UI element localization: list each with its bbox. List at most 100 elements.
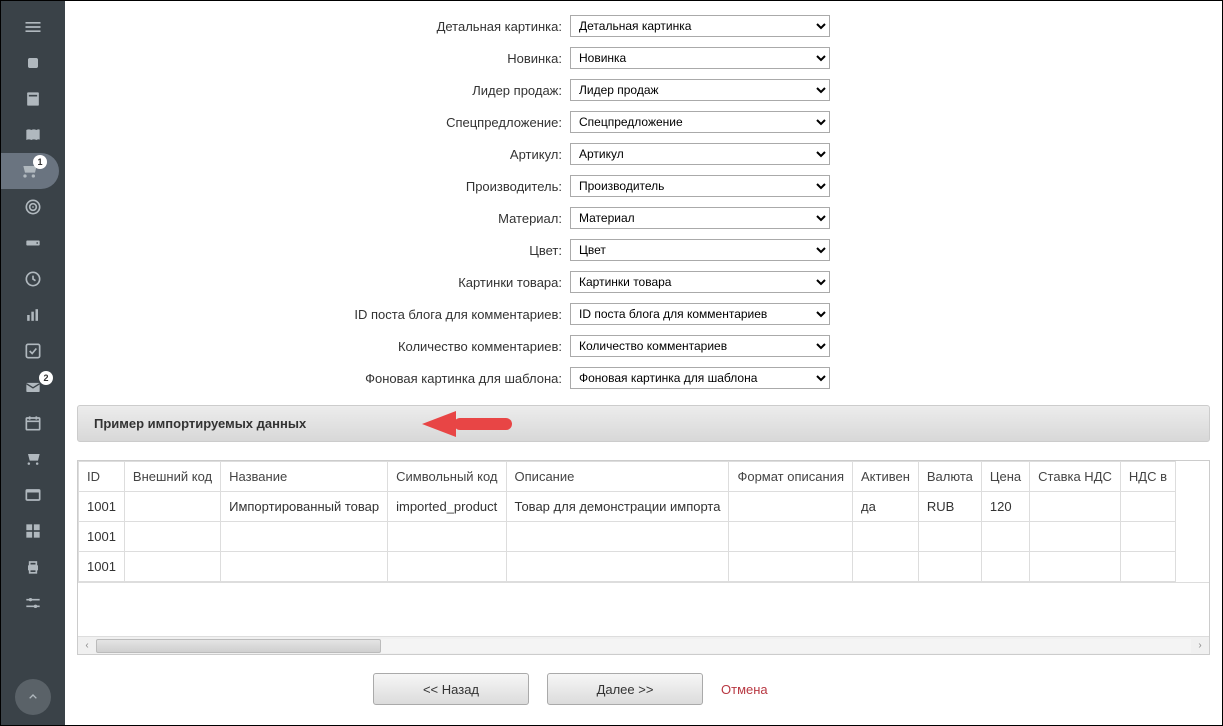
table-header-cell: Валюта [918,462,981,492]
sidebar-grid[interactable] [1,513,65,549]
scroll-thumb[interactable] [96,639,381,653]
preview-table-container: IDВнешний кодНазваниеСимвольный кодОписа… [77,460,1210,655]
sidebar-page[interactable] [1,81,65,117]
form-select[interactable]: Новинка [570,47,830,69]
sidebar-printer[interactable] [1,549,65,585]
buttons-row: << Назад Далее >> Отмена [77,673,1210,715]
table-header-cell: Ставка НДС [1030,462,1121,492]
sidebar-mail[interactable]: 2 [1,369,65,405]
table-cell [729,492,853,522]
form-select[interactable]: Спецпредложение [570,111,830,133]
form-label: Цвет: [77,243,570,258]
form-label: ID поста блога для комментариев: [77,307,570,322]
form-row: Детальная картинка:Детальная картинка [77,15,1210,37]
table-cell [124,552,220,582]
form-label: Количество комментариев: [77,339,570,354]
cancel-link[interactable]: Отмена [721,682,768,697]
callout-arrow [422,411,512,437]
table-cell [388,552,506,582]
form-row: Новинка:Новинка [77,47,1210,69]
sidebar: 1 2 [1,1,65,725]
table-cell [388,522,506,552]
form-row: Лидер продаж:Лидер продаж [77,79,1210,101]
table-row: 1001 Импортированный товарimported_produc… [79,492,1176,522]
sidebar-android[interactable] [1,45,65,81]
table-row: 1001 [79,552,1176,582]
sidebar-check[interactable] [1,333,65,369]
form-select[interactable]: Фоновая картинка для шаблона [570,367,830,389]
sidebar-target[interactable] [1,189,65,225]
table-header-cell: ID [79,462,125,492]
sidebar-cart2[interactable] [1,441,65,477]
form-label: Детальная картинка: [77,19,570,34]
form-label: Производитель: [77,179,570,194]
form-select[interactable]: ID поста блога для комментариев [570,303,830,325]
form-label: Спецпредложение: [77,115,570,130]
table-cell [124,492,220,522]
table-cell [853,522,919,552]
horizontal-scrollbar[interactable]: ‹ › [78,636,1209,654]
table-cell [1030,522,1121,552]
table-cell: 120 [981,492,1029,522]
table-cell [981,552,1029,582]
form-row: ID поста блога для комментариев:ID поста… [77,303,1210,325]
sidebar-window[interactable] [1,477,65,513]
sidebar-stats[interactable] [1,297,65,333]
table-cell: 1001 [79,492,125,522]
form-label: Материал: [77,211,570,226]
form-select[interactable]: Количество комментариев [570,335,830,357]
table-header-cell: Внешний код [124,462,220,492]
sidebar-book[interactable] [1,117,65,153]
table-cell [1030,552,1121,582]
table-cell [729,552,853,582]
sidebar-badge-1: 1 [33,155,47,169]
section-header: Пример импортируемых данных [77,405,1210,442]
table-header-cell: Описание [506,462,729,492]
form-row: Материал:Материал [77,207,1210,229]
table-cell [729,522,853,552]
sidebar-sliders[interactable] [1,585,65,621]
sidebar-calendar[interactable] [1,405,65,441]
sidebar-drive[interactable] [1,225,65,261]
table-cell [918,552,981,582]
table-cell [981,522,1029,552]
table-cell: RUB [918,492,981,522]
sidebar-clock[interactable] [1,261,65,297]
form-label: Лидер продаж: [77,83,570,98]
sidebar-badge-2: 2 [39,371,53,385]
table-row: 1001 [79,522,1176,552]
form-row: Спецпредложение:Спецпредложение [77,111,1210,133]
section-title: Пример импортируемых данных [94,416,306,431]
table-cell [1120,492,1175,522]
table-cell [124,522,220,552]
table-header-cell: Цена [981,462,1029,492]
form-row: Производитель:Производитель [77,175,1210,197]
table-cell: 1001 [79,552,125,582]
scroll-left-arrow[interactable]: ‹ [78,637,96,655]
next-button[interactable]: Далее >> [547,673,703,705]
table-cell [853,552,919,582]
form-row: Цвет:Цвет [77,239,1210,261]
scroll-top-button[interactable] [15,679,51,715]
table-cell: Импортированный товар [221,492,388,522]
form-select[interactable]: Лидер продаж [570,79,830,101]
sidebar-cart-active[interactable]: 1 [1,153,59,189]
table-cell [918,522,981,552]
form-select[interactable]: Цвет [570,239,830,261]
form-area: Детальная картинка:Детальная картинка Нов… [77,1,1210,399]
form-select[interactable]: Производитель [570,175,830,197]
form-row: Фоновая картинка для шаблона:Фоновая кар… [77,367,1210,389]
form-row: Артикул:Артикул [77,143,1210,165]
form-select[interactable]: Артикул [570,143,830,165]
table-header-cell: Символьный код [388,462,506,492]
table-cell: imported_product [388,492,506,522]
form-select[interactable]: Материал [570,207,830,229]
form-label: Картинки товара: [77,275,570,290]
scroll-right-arrow[interactable]: › [1191,637,1209,655]
sidebar-menu[interactable] [1,9,65,45]
form-select[interactable]: Детальная картинка [570,15,830,37]
back-button[interactable]: << Назад [373,673,529,705]
table-cell [506,522,729,552]
form-select[interactable]: Картинки товара [570,271,830,293]
table-header-cell: Активен [853,462,919,492]
